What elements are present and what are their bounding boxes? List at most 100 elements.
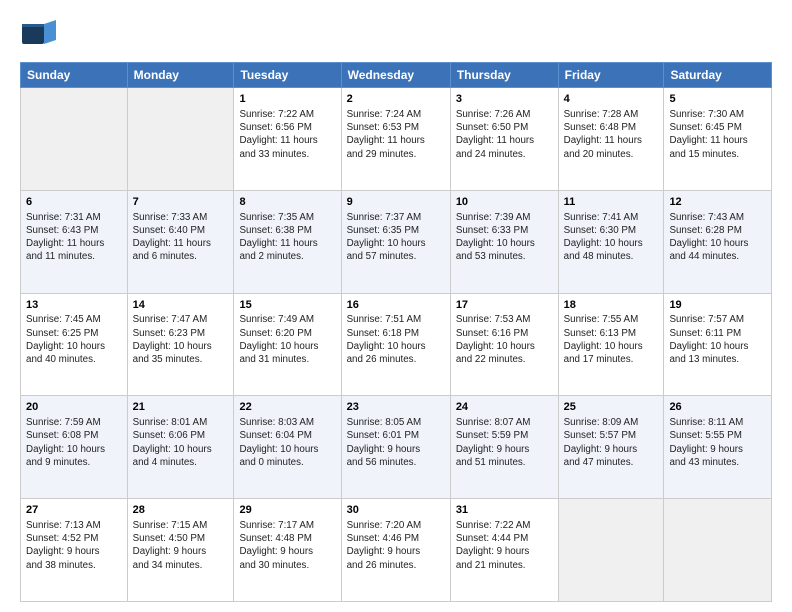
calendar-cell: 21Sunrise: 8:01 AM Sunset: 6:06 PM Dayli… xyxy=(127,396,234,499)
calendar-cell: 20Sunrise: 7:59 AM Sunset: 6:08 PM Dayli… xyxy=(21,396,128,499)
day-number: 31 xyxy=(456,503,553,518)
calendar-cell: 15Sunrise: 7:49 AM Sunset: 6:20 PM Dayli… xyxy=(234,293,341,396)
day-number: 27 xyxy=(26,503,122,518)
calendar-cell: 5Sunrise: 7:30 AM Sunset: 6:45 PM Daylig… xyxy=(664,88,772,191)
day-number: 20 xyxy=(26,400,122,415)
calendar-week-row: 13Sunrise: 7:45 AM Sunset: 6:25 PM Dayli… xyxy=(21,293,772,396)
calendar-week-row: 27Sunrise: 7:13 AM Sunset: 4:52 PM Dayli… xyxy=(21,499,772,602)
day-number: 22 xyxy=(239,400,335,415)
calendar-cell: 1Sunrise: 7:22 AM Sunset: 6:56 PM Daylig… xyxy=(234,88,341,191)
calendar-cell: 8Sunrise: 7:35 AM Sunset: 6:38 PM Daylig… xyxy=(234,190,341,293)
page: SundayMondayTuesdayWednesdayThursdayFrid… xyxy=(0,0,792,612)
day-info: Sunrise: 7:13 AM Sunset: 4:52 PM Dayligh… xyxy=(26,519,122,572)
calendar-cell xyxy=(127,88,234,191)
day-number: 30 xyxy=(347,503,445,518)
day-number: 9 xyxy=(347,195,445,210)
day-number: 28 xyxy=(133,503,229,518)
day-number: 19 xyxy=(669,298,766,313)
calendar-cell: 10Sunrise: 7:39 AM Sunset: 6:33 PM Dayli… xyxy=(450,190,558,293)
calendar-cell: 13Sunrise: 7:45 AM Sunset: 6:25 PM Dayli… xyxy=(21,293,128,396)
day-number: 4 xyxy=(564,92,659,107)
day-info: Sunrise: 7:35 AM Sunset: 6:38 PM Dayligh… xyxy=(239,211,335,264)
calendar-cell xyxy=(21,88,128,191)
day-number: 1 xyxy=(239,92,335,107)
day-number: 15 xyxy=(239,298,335,313)
calendar-header-row: SundayMondayTuesdayWednesdayThursdayFrid… xyxy=(21,63,772,88)
day-info: Sunrise: 8:09 AM Sunset: 5:57 PM Dayligh… xyxy=(564,416,659,469)
day-number: 29 xyxy=(239,503,335,518)
day-info: Sunrise: 7:45 AM Sunset: 6:25 PM Dayligh… xyxy=(26,313,122,366)
day-number: 13 xyxy=(26,298,122,313)
day-info: Sunrise: 8:01 AM Sunset: 6:06 PM Dayligh… xyxy=(133,416,229,469)
header xyxy=(20,16,772,52)
day-number: 26 xyxy=(669,400,766,415)
day-info: Sunrise: 7:37 AM Sunset: 6:35 PM Dayligh… xyxy=(347,211,445,264)
calendar-cell: 27Sunrise: 7:13 AM Sunset: 4:52 PM Dayli… xyxy=(21,499,128,602)
day-number: 7 xyxy=(133,195,229,210)
day-info: Sunrise: 8:03 AM Sunset: 6:04 PM Dayligh… xyxy=(239,416,335,469)
calendar-cell: 18Sunrise: 7:55 AM Sunset: 6:13 PM Dayli… xyxy=(558,293,664,396)
day-number: 11 xyxy=(564,195,659,210)
calendar-week-row: 6Sunrise: 7:31 AM Sunset: 6:43 PM Daylig… xyxy=(21,190,772,293)
weekday-header-tuesday: Tuesday xyxy=(234,63,341,88)
day-number: 10 xyxy=(456,195,553,210)
day-number: 24 xyxy=(456,400,553,415)
calendar-cell: 26Sunrise: 8:11 AM Sunset: 5:55 PM Dayli… xyxy=(664,396,772,499)
day-info: Sunrise: 7:47 AM Sunset: 6:23 PM Dayligh… xyxy=(133,313,229,366)
calendar-cell: 7Sunrise: 7:33 AM Sunset: 6:40 PM Daylig… xyxy=(127,190,234,293)
day-info: Sunrise: 7:15 AM Sunset: 4:50 PM Dayligh… xyxy=(133,519,229,572)
day-number: 16 xyxy=(347,298,445,313)
calendar-cell: 19Sunrise: 7:57 AM Sunset: 6:11 PM Dayli… xyxy=(664,293,772,396)
day-info: Sunrise: 7:28 AM Sunset: 6:48 PM Dayligh… xyxy=(564,108,659,161)
day-info: Sunrise: 7:31 AM Sunset: 6:43 PM Dayligh… xyxy=(26,211,122,264)
calendar-cell: 9Sunrise: 7:37 AM Sunset: 6:35 PM Daylig… xyxy=(341,190,450,293)
day-info: Sunrise: 7:55 AM Sunset: 6:13 PM Dayligh… xyxy=(564,313,659,366)
day-number: 6 xyxy=(26,195,122,210)
day-info: Sunrise: 7:43 AM Sunset: 6:28 PM Dayligh… xyxy=(669,211,766,264)
day-info: Sunrise: 7:57 AM Sunset: 6:11 PM Dayligh… xyxy=(669,313,766,366)
weekday-header-friday: Friday xyxy=(558,63,664,88)
day-number: 21 xyxy=(133,400,229,415)
logo-icon xyxy=(20,16,56,52)
calendar-table: SundayMondayTuesdayWednesdayThursdayFrid… xyxy=(20,62,772,602)
weekday-header-sunday: Sunday xyxy=(21,63,128,88)
calendar-cell: 28Sunrise: 7:15 AM Sunset: 4:50 PM Dayli… xyxy=(127,499,234,602)
calendar-cell: 31Sunrise: 7:22 AM Sunset: 4:44 PM Dayli… xyxy=(450,499,558,602)
day-info: Sunrise: 8:05 AM Sunset: 6:01 PM Dayligh… xyxy=(347,416,445,469)
day-number: 23 xyxy=(347,400,445,415)
calendar-cell: 4Sunrise: 7:28 AM Sunset: 6:48 PM Daylig… xyxy=(558,88,664,191)
calendar-cell: 30Sunrise: 7:20 AM Sunset: 4:46 PM Dayli… xyxy=(341,499,450,602)
calendar-cell xyxy=(664,499,772,602)
day-info: Sunrise: 7:41 AM Sunset: 6:30 PM Dayligh… xyxy=(564,211,659,264)
day-info: Sunrise: 7:59 AM Sunset: 6:08 PM Dayligh… xyxy=(26,416,122,469)
calendar-cell: 3Sunrise: 7:26 AM Sunset: 6:50 PM Daylig… xyxy=(450,88,558,191)
day-info: Sunrise: 7:39 AM Sunset: 6:33 PM Dayligh… xyxy=(456,211,553,264)
day-info: Sunrise: 7:53 AM Sunset: 6:16 PM Dayligh… xyxy=(456,313,553,366)
day-info: Sunrise: 7:22 AM Sunset: 4:44 PM Dayligh… xyxy=(456,519,553,572)
calendar-cell: 2Sunrise: 7:24 AM Sunset: 6:53 PM Daylig… xyxy=(341,88,450,191)
day-number: 8 xyxy=(239,195,335,210)
calendar-cell: 6Sunrise: 7:31 AM Sunset: 6:43 PM Daylig… xyxy=(21,190,128,293)
weekday-header-thursday: Thursday xyxy=(450,63,558,88)
calendar-cell: 14Sunrise: 7:47 AM Sunset: 6:23 PM Dayli… xyxy=(127,293,234,396)
calendar-cell: 17Sunrise: 7:53 AM Sunset: 6:16 PM Dayli… xyxy=(450,293,558,396)
day-info: Sunrise: 7:33 AM Sunset: 6:40 PM Dayligh… xyxy=(133,211,229,264)
day-number: 12 xyxy=(669,195,766,210)
calendar-cell: 11Sunrise: 7:41 AM Sunset: 6:30 PM Dayli… xyxy=(558,190,664,293)
calendar-week-row: 20Sunrise: 7:59 AM Sunset: 6:08 PM Dayli… xyxy=(21,396,772,499)
calendar-cell: 24Sunrise: 8:07 AM Sunset: 5:59 PM Dayli… xyxy=(450,396,558,499)
day-number: 17 xyxy=(456,298,553,313)
day-info: Sunrise: 7:17 AM Sunset: 4:48 PM Dayligh… xyxy=(239,519,335,572)
day-info: Sunrise: 8:07 AM Sunset: 5:59 PM Dayligh… xyxy=(456,416,553,469)
calendar-cell: 12Sunrise: 7:43 AM Sunset: 6:28 PM Dayli… xyxy=(664,190,772,293)
day-info: Sunrise: 7:26 AM Sunset: 6:50 PM Dayligh… xyxy=(456,108,553,161)
day-number: 2 xyxy=(347,92,445,107)
day-number: 18 xyxy=(564,298,659,313)
calendar-cell: 29Sunrise: 7:17 AM Sunset: 4:48 PM Dayli… xyxy=(234,499,341,602)
day-info: Sunrise: 7:22 AM Sunset: 6:56 PM Dayligh… xyxy=(239,108,335,161)
weekday-header-saturday: Saturday xyxy=(664,63,772,88)
day-info: Sunrise: 7:20 AM Sunset: 4:46 PM Dayligh… xyxy=(347,519,445,572)
calendar-cell: 16Sunrise: 7:51 AM Sunset: 6:18 PM Dayli… xyxy=(341,293,450,396)
day-number: 14 xyxy=(133,298,229,313)
calendar-week-row: 1Sunrise: 7:22 AM Sunset: 6:56 PM Daylig… xyxy=(21,88,772,191)
